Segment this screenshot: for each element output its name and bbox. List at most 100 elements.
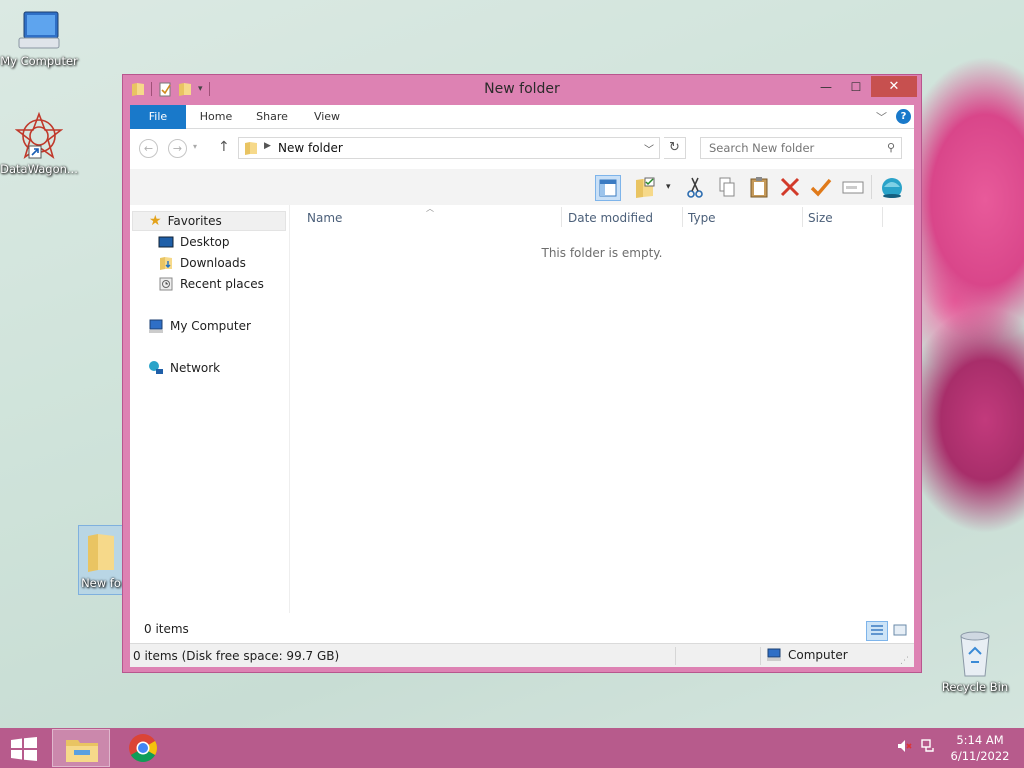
folder-icon xyxy=(88,534,114,572)
status-location: Computer xyxy=(766,648,848,662)
toolbar-separator xyxy=(871,175,872,199)
recent-locations-icon[interactable]: ▾ xyxy=(193,142,197,151)
clock-time: 5:14 AM xyxy=(956,733,1004,747)
refresh-button[interactable]: ↻ xyxy=(664,137,686,159)
file-explorer-icon xyxy=(66,740,98,762)
column-header-type[interactable]: Type xyxy=(688,211,716,225)
star-icon: ★ xyxy=(149,213,162,229)
desktop-folder-icon xyxy=(158,236,174,248)
network-status-icon[interactable] xyxy=(920,738,936,754)
desktop-icon-new-folder[interactable]: New fo xyxy=(78,525,124,595)
nav-favorites[interactable]: ★ Favorites xyxy=(132,211,286,231)
item-count: 0 items xyxy=(144,622,189,636)
cut-button[interactable] xyxy=(683,175,709,201)
rename-icon xyxy=(842,181,864,194)
details-view-button[interactable] xyxy=(866,621,888,641)
nav-label: My Computer xyxy=(170,319,251,333)
back-button[interactable]: ← xyxy=(139,139,158,158)
title-bar[interactable]: ▾ New folder — ☐ ✕ xyxy=(123,75,921,105)
desktop-icon-my-computer[interactable]: My Computer xyxy=(0,10,78,68)
search-box[interactable]: ⚲ xyxy=(700,137,902,159)
taskbar-file-explorer[interactable] xyxy=(52,729,110,767)
desktop-icon-label: New fo xyxy=(81,576,121,590)
taskbar-chrome[interactable] xyxy=(114,729,172,767)
maximize-button[interactable]: ☐ xyxy=(843,76,869,97)
item-count-bar: 0 items xyxy=(130,613,914,643)
clipboard-icon xyxy=(750,177,768,198)
minimize-button[interactable]: — xyxy=(813,76,839,97)
breadcrumb-current[interactable]: New folder xyxy=(278,141,343,155)
clock[interactable]: 5:14 AM 6/11/2022 xyxy=(940,732,1020,764)
desktop-icon-label: DataWagon... xyxy=(0,162,78,176)
window-body: File Home Share View ﹀ ? ← → ▾ ↑ ▶ New f… xyxy=(130,105,914,667)
desktop-icon-datawagon[interactable]: DataWagon... xyxy=(0,112,78,176)
nav-label: Favorites xyxy=(167,214,222,228)
nav-desktop[interactable]: Desktop xyxy=(158,232,230,252)
column-divider[interactable] xyxy=(561,207,562,227)
layout-icon xyxy=(599,179,617,197)
search-input[interactable] xyxy=(701,138,877,158)
help-icon[interactable]: ? xyxy=(896,109,911,124)
nav-recent-places[interactable]: Recent places xyxy=(158,274,264,294)
folder-options-button[interactable] xyxy=(633,175,659,201)
column-header-name[interactable]: Name xyxy=(307,211,342,225)
breadcrumb-arrow-icon[interactable]: ▶ xyxy=(264,141,271,151)
copy-button[interactable] xyxy=(715,175,741,201)
column-divider[interactable] xyxy=(682,207,683,227)
downloads-folder-icon xyxy=(160,257,172,270)
nav-label: Recent places xyxy=(180,277,264,291)
desktop-icon-label: Recycle Bin xyxy=(941,680,1009,694)
globe-icon xyxy=(882,178,902,198)
tab-view[interactable]: View xyxy=(302,105,352,129)
column-header-size[interactable]: Size xyxy=(808,211,833,225)
tab-home[interactable]: Home xyxy=(188,105,244,129)
datawagon-logo-icon xyxy=(15,112,63,159)
desktop-icon-recycle-bin[interactable]: Recycle Bin xyxy=(936,630,1014,694)
windows-start-icon[interactable] xyxy=(10,737,38,761)
copy-icon xyxy=(719,177,735,197)
address-dropdown-icon[interactable]: ﹀ xyxy=(644,141,654,156)
delete-x-icon xyxy=(780,177,800,197)
nav-my-computer[interactable]: My Computer xyxy=(148,316,251,336)
rename-button[interactable] xyxy=(841,175,867,201)
column-header-date[interactable]: Date modified xyxy=(568,211,653,225)
tab-file[interactable]: File xyxy=(130,105,186,129)
nav-network[interactable]: Network xyxy=(148,358,220,378)
folder-options-dropdown-icon[interactable]: ▾ xyxy=(666,182,671,192)
column-divider[interactable] xyxy=(882,207,883,227)
paste-button[interactable] xyxy=(747,175,773,201)
folder-check-icon xyxy=(636,177,655,198)
scissors-icon xyxy=(687,177,703,198)
ribbon-tabs: File Home Share View ﹀ ? xyxy=(130,105,914,129)
large-icons-view-button[interactable] xyxy=(890,621,912,641)
computer-icon xyxy=(767,648,781,661)
nav-downloads[interactable]: Downloads xyxy=(158,253,246,273)
navigation-pane: ★ Favorites Desktop Downloads Recent pla… xyxy=(130,205,290,613)
navigation-bar: ← → ▾ ↑ ▶ New folder ﹀ ↻ ⚲ xyxy=(130,129,914,169)
clock-date: 6/11/2022 xyxy=(950,749,1010,763)
properties-button[interactable] xyxy=(809,175,835,201)
status-bar: 0 items (Disk free space: 99.7 GB) Compu… xyxy=(130,643,914,667)
preview-pane-button[interactable] xyxy=(595,175,621,201)
checkmark-icon xyxy=(810,178,832,197)
column-divider[interactable] xyxy=(802,207,803,227)
chrome-icon xyxy=(129,734,157,762)
volume-muted-icon[interactable] xyxy=(896,738,912,754)
forward-button[interactable]: → xyxy=(168,139,187,158)
resize-grip-icon[interactable]: ⋰ xyxy=(900,656,909,666)
address-bar[interactable]: ▶ New folder ﹀ xyxy=(238,137,660,159)
network-icon xyxy=(149,361,163,374)
system-tray xyxy=(896,738,936,754)
delete-button[interactable] xyxy=(778,175,804,201)
tab-share[interactable]: Share xyxy=(246,105,298,129)
taskbar: 5:14 AM 6/11/2022 xyxy=(0,728,1024,768)
up-button[interactable]: ↑ xyxy=(218,139,230,155)
command-toolbar: ▾ xyxy=(130,169,914,205)
folder-icon xyxy=(245,142,257,155)
search-icon[interactable]: ⚲ xyxy=(887,141,895,154)
web-button[interactable] xyxy=(880,175,906,201)
status-text: 0 items (Disk free space: 99.7 GB) xyxy=(133,649,340,663)
close-button[interactable]: ✕ xyxy=(871,76,917,97)
status-separator xyxy=(675,647,676,665)
expand-ribbon-icon[interactable]: ﹀ xyxy=(876,109,887,125)
